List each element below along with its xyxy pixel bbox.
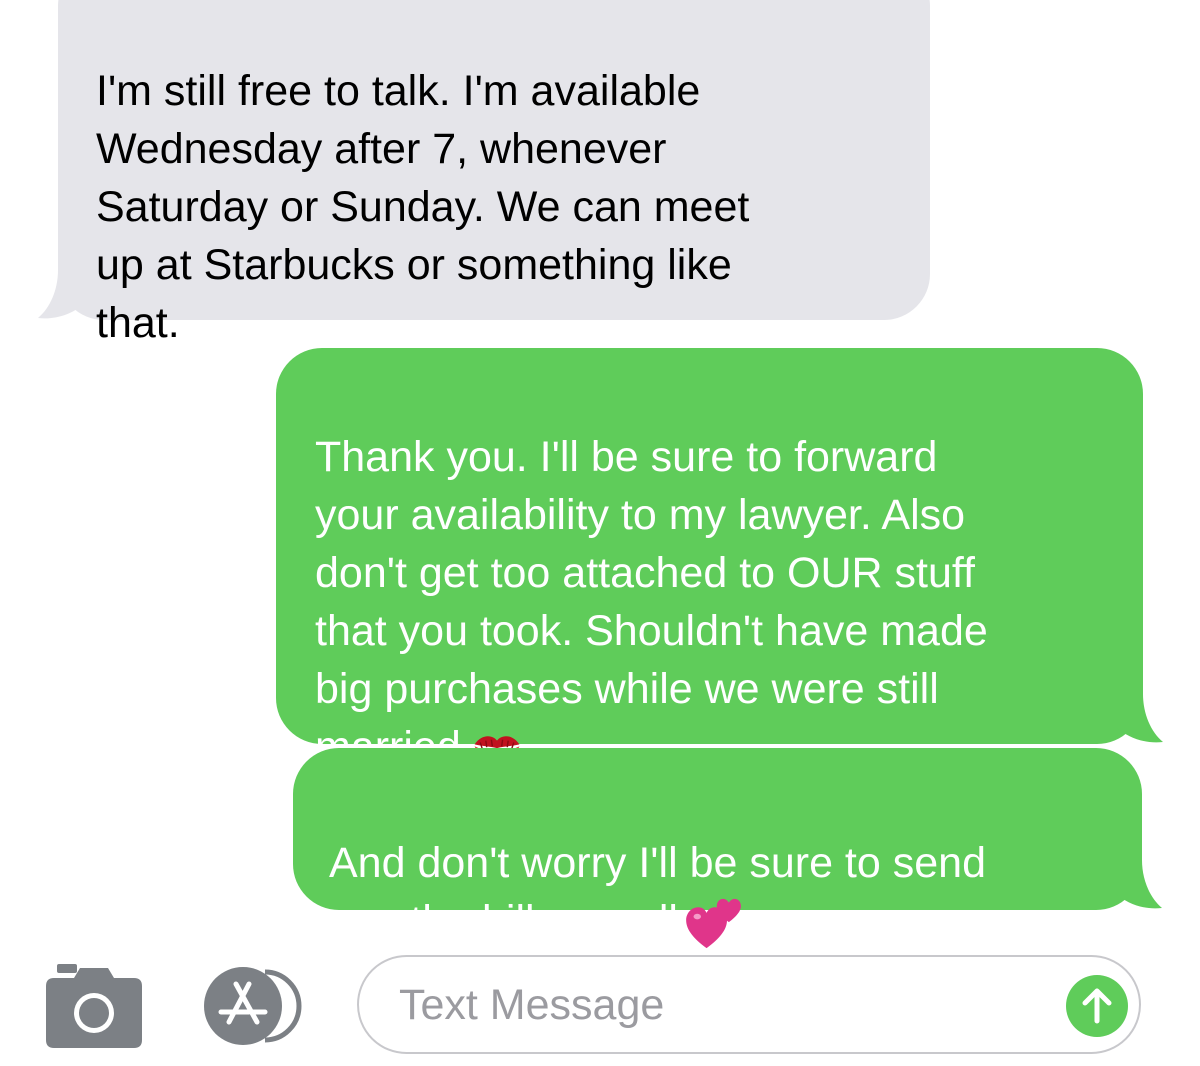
- app-store-button[interactable]: [203, 966, 307, 1046]
- message-text: And don't worry I'll be sure to send you…: [329, 834, 1112, 950]
- app-store-icon: [204, 967, 302, 1045]
- bubble-tail: [1102, 860, 1162, 909]
- message-text-field[interactable]: [357, 955, 1141, 1054]
- bubble-tail: [38, 270, 98, 319]
- message-bubble-sent[interactable]: Thank you. I'll be sure to forward your …: [276, 348, 1163, 771]
- arrow-up-icon: [1082, 988, 1112, 1024]
- camera-icon: [46, 964, 142, 1048]
- bubble-tail: [1103, 694, 1163, 743]
- message-thread: I'm still free to talk. I'm available We…: [0, 0, 1200, 948]
- send-button[interactable]: [1066, 975, 1128, 1037]
- message-text: Thank you. I'll be sure to forward your …: [315, 433, 988, 771]
- message-bubble-sent[interactable]: And don't worry I'll be sure to send you…: [293, 748, 1162, 948]
- camera-button[interactable]: [46, 964, 142, 1048]
- message-bubble-received[interactable]: I'm still free to talk. I'm available We…: [38, 0, 930, 347]
- message-text: I'm still free to talk. I'm available We…: [96, 67, 750, 347]
- text-message-input[interactable]: [399, 975, 1039, 1035]
- message-input-bar: [0, 940, 1200, 1063]
